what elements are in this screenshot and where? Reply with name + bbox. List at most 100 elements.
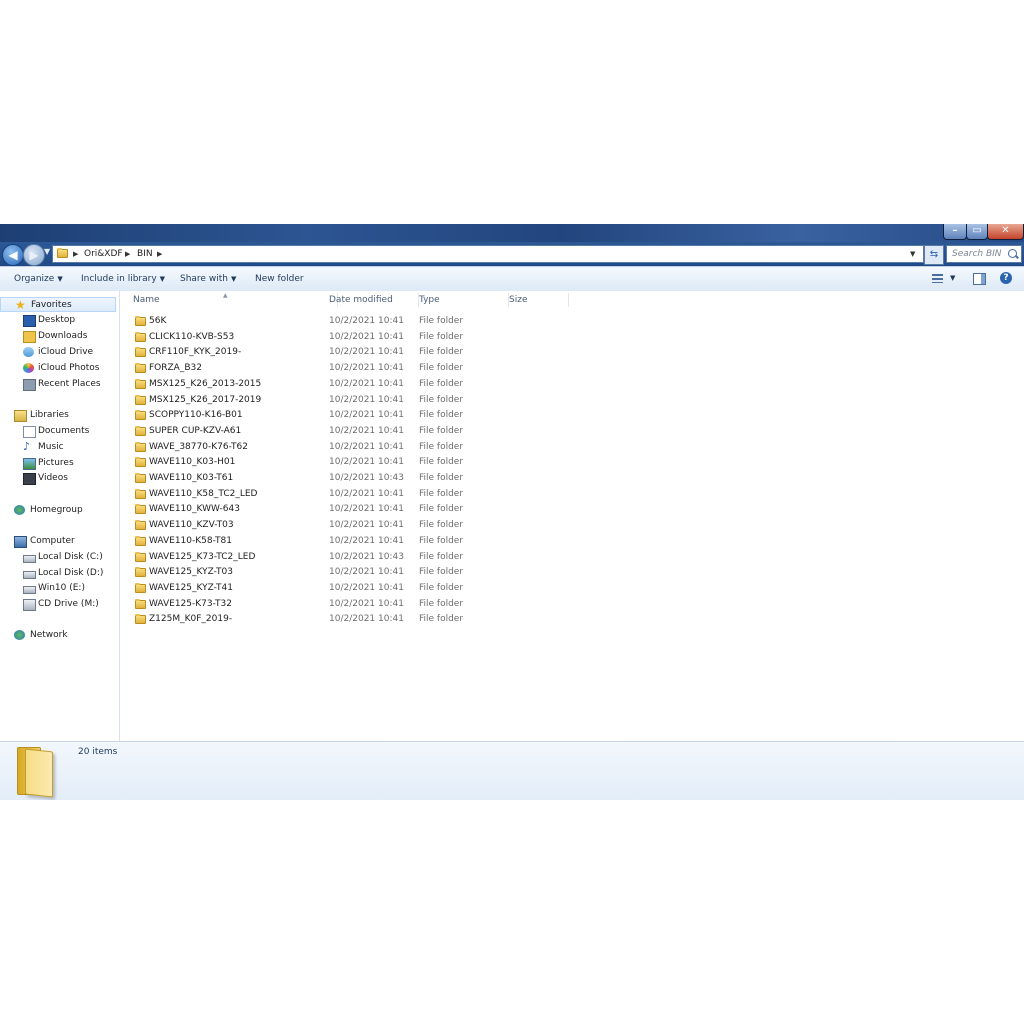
chevron-down-icon: ▼ [159, 275, 166, 283]
file-type: File folder [419, 410, 464, 421]
file-date: 10/2/2021 10:41 [329, 582, 404, 593]
organize-menu-button[interactable]: Organize ▼ [14, 267, 63, 291]
file-date: 10/2/2021 10:41 [329, 347, 404, 358]
cloud-icon [23, 347, 34, 357]
folder-icon [135, 410, 146, 421]
file-row[interactable]: WAVE_38770-K76-T62 10/2/2021 10:41 File fo… [120, 440, 565, 456]
nav-label: Downloads [38, 331, 88, 341]
file-name: MSX125_K26_2013-2015 [149, 378, 262, 389]
breadcrumb-separator-icon[interactable]: ▶ [157, 246, 162, 262]
file-row[interactable]: WAVE125_KYZ-T41 10/2/2021 10:41 File folde… [120, 581, 565, 597]
file-name: SCOPPY110-K16-B01 [149, 410, 243, 421]
address-bar[interactable]: ▶ Ori&XDF ▶ BIN ▶ ▼ [52, 245, 924, 263]
navigation-pane: ★ Favorites Desktop Downloads iCloud Driv… [0, 291, 120, 741]
column-header-type[interactable]: Type [415, 291, 509, 309]
column-header-date-modified[interactable]: Date modified [325, 291, 419, 309]
folder-icon [57, 248, 69, 259]
file-row[interactable]: CLICK110-KVB-S53 10/2/2021 10:41 File fold… [120, 330, 565, 346]
file-date: 10/2/2021 10:41 [329, 363, 404, 374]
file-name: FORZA_B32 [149, 363, 202, 374]
refresh-icon[interactable]: ⇆ [924, 245, 944, 265]
maximize-button[interactable]: ▭ [966, 224, 988, 240]
file-row[interactable]: WAVE125_K73-TC2_LED 10/2/2021 10:43 File f… [120, 550, 565, 566]
folder-icon [135, 378, 146, 389]
network-icon [14, 630, 25, 640]
help-icon[interactable]: ? [1000, 272, 1012, 284]
file-row[interactable]: WAVE110_K03-T61 10/2/2021 10:43 File folde… [120, 471, 565, 487]
breadcrumb-item[interactable]: Ori&XDF [84, 246, 123, 262]
file-name: WAVE125-K73-T32 [149, 598, 232, 609]
recent-pages-dropdown-icon[interactable]: ▼ [44, 247, 50, 256]
file-date: 10/2/2021 10:41 [329, 535, 404, 546]
file-row[interactable]: CRF110F_KYK_2019- 10/2/2021 10:41 File fol… [120, 345, 565, 361]
file-row[interactable]: 56K 10/2/2021 10:41 File folder [120, 314, 565, 330]
nav-label: Music [38, 442, 64, 452]
file-row[interactable]: WAVE110_K58_TC2_LED 10/2/2021 10:41 File f… [120, 487, 565, 503]
address-history-dropdown-icon[interactable]: ▼ [910, 246, 915, 262]
nav-favorites[interactable]: ★ Favorites [0, 297, 116, 312]
breadcrumb-separator-icon[interactable]: ▶ [125, 246, 130, 262]
file-row[interactable]: WAVE110_K03-H01 10/2/2021 10:41 File folde… [120, 455, 565, 471]
recent-places-icon [23, 379, 36, 391]
nav-label: Videos [38, 473, 68, 483]
file-name: WAVE125_KYZ-T03 [149, 567, 233, 578]
file-row[interactable]: SCOPPY110-K16-B01 10/2/2021 10:41 File fol… [120, 408, 565, 424]
nav-label: Documents [38, 426, 90, 436]
nav-label: iCloud Photos [38, 363, 100, 373]
file-row[interactable]: WAVE110-K58-T81 10/2/2021 10:41 File folde… [120, 534, 565, 550]
search-input[interactable]: Search BIN [946, 245, 1022, 263]
file-row[interactable]: Z125M_K0F_2019- 10/2/2021 10:41 File folde… [120, 612, 565, 628]
music-icon: ♪ [23, 440, 31, 453]
close-button[interactable]: ✕ [987, 224, 1024, 240]
nav-label: Local Disk (D:) [38, 568, 104, 578]
minimize-button[interactable]: – [943, 224, 967, 240]
new-folder-button[interactable]: New folder [255, 267, 304, 291]
file-name: WAVE110-K58-T81 [149, 535, 232, 546]
command-bar: Organize ▼ Include in library ▼ Share with… [0, 266, 1024, 292]
file-date: 10/2/2021 10:41 [329, 598, 404, 609]
breadcrumb-item[interactable]: BIN [137, 246, 153, 262]
photos-icon [23, 363, 34, 373]
folder-icon [135, 457, 146, 468]
file-type: File folder [419, 535, 464, 546]
chevron-down-icon: ▼ [57, 275, 63, 283]
preview-pane-icon[interactable] [973, 273, 986, 285]
file-date: 10/2/2021 10:43 [329, 473, 404, 483]
file-date: 10/2/2021 10:41 [329, 504, 404, 515]
include-in-library-button[interactable]: Include in library ▼ [81, 267, 165, 291]
search-icon[interactable] [1008, 249, 1017, 258]
file-type: File folder [419, 441, 464, 452]
folder-icon [135, 331, 146, 342]
file-type: File folder [419, 425, 464, 436]
column-header-label: Name [133, 295, 160, 305]
file-row[interactable]: SUPER CUP-KZV-A61 10/2/2021 10:41 File fol… [120, 424, 565, 440]
search-placeholder: Search BIN [952, 249, 1002, 259]
file-type: File folder [419, 488, 464, 499]
column-header-size[interactable]: Size [505, 291, 569, 309]
folder-icon [135, 363, 146, 374]
folder-icon [135, 316, 146, 326]
details-pane: 20 items [0, 741, 1024, 800]
hard-disk-icon [23, 555, 36, 563]
file-row[interactable]: MSX125_K26_2017-2019 10/2/2021 10:41 File … [120, 393, 565, 409]
views-dropdown-icon[interactable]: ▼ [950, 274, 955, 282]
back-arrow-icon[interactable]: ◀ [2, 244, 24, 266]
views-icon[interactable] [932, 274, 943, 283]
file-row[interactable]: WAVE110_KZV-T03 10/2/2021 10:41 File folde… [120, 518, 565, 534]
share-with-button[interactable]: Share with ▼ [180, 267, 236, 291]
file-row[interactable]: MSX125_K26_2013-2015 10/2/2021 10:41 File … [120, 377, 565, 393]
forward-arrow-icon[interactable]: ▶ [23, 244, 45, 266]
file-row[interactable]: FORZA_B32 10/2/2021 10:41 File folder [120, 361, 565, 377]
file-date: 10/2/2021 10:41 [329, 378, 404, 389]
title-bar[interactable]: – ▭ ✕ [0, 224, 1024, 242]
file-name: 56K [149, 316, 167, 326]
file-row[interactable]: WAVE125_KYZ-T03 10/2/2021 10:41 File folde… [120, 565, 565, 581]
file-name: CRF110F_KYK_2019- [149, 347, 242, 358]
file-row[interactable]: WAVE110_KWW-643 10/2/2021 10:41 File folde… [120, 502, 565, 518]
file-date: 10/2/2021 10:41 [329, 567, 404, 578]
file-row[interactable]: WAVE125-K73-T32 10/2/2021 10:41 File folde… [120, 597, 565, 613]
file-date: 10/2/2021 10:41 [329, 410, 404, 421]
breadcrumb-separator-icon[interactable]: ▶ [73, 246, 78, 262]
column-header-name[interactable]: Name ▲ [120, 291, 338, 309]
file-type: File folder [419, 363, 464, 374]
